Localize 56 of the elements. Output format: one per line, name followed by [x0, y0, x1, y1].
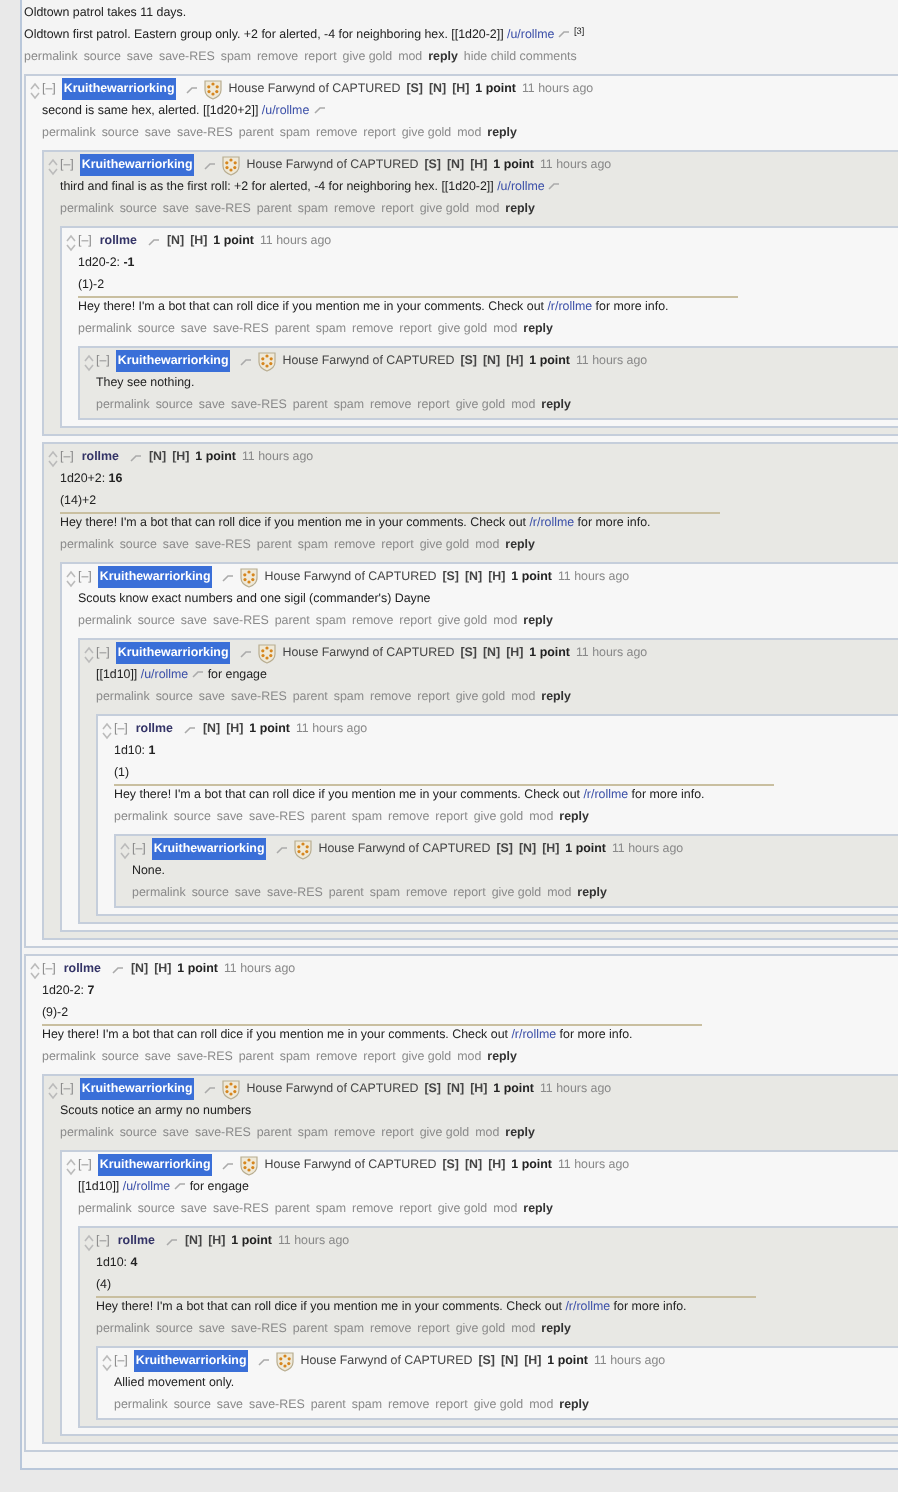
shield-icon — [204, 79, 223, 99]
upvote-icon[interactable] — [47, 450, 57, 458]
upvote-icon[interactable] — [119, 842, 129, 850]
tag-icon[interactable] — [192, 670, 205, 679]
downvote-icon[interactable] — [101, 1364, 111, 1372]
shield-icon — [294, 839, 313, 859]
tag-icon[interactable] — [222, 1161, 235, 1169]
downvote-icon[interactable] — [29, 92, 39, 100]
tag-icon[interactable] — [258, 1357, 271, 1365]
shield-icon — [240, 567, 259, 587]
shield-icon — [222, 1079, 241, 1099]
tag-icon[interactable] — [313, 106, 326, 115]
upvote-icon[interactable] — [47, 1082, 57, 1090]
upvote-icon[interactable] — [65, 570, 75, 578]
downvote-icon[interactable] — [47, 168, 57, 176]
tag-icon[interactable] — [184, 725, 197, 733]
tag-icon[interactable] — [130, 453, 143, 461]
tag-icon[interactable] — [186, 85, 199, 93]
downvote-icon[interactable] — [65, 580, 75, 588]
shield-icon — [258, 643, 277, 663]
upvote-icon[interactable] — [29, 962, 39, 970]
tag-icon[interactable] — [276, 845, 289, 853]
upvote-icon[interactable] — [83, 1234, 93, 1242]
tag-icon[interactable] — [558, 30, 571, 39]
tag-icon[interactable] — [548, 182, 561, 191]
tag-icon[interactable] — [148, 237, 161, 245]
upvote-icon[interactable] — [83, 354, 93, 362]
tag-icon[interactable] — [166, 1237, 179, 1245]
upvote-icon[interactable] — [101, 722, 111, 730]
downvote-icon[interactable] — [101, 732, 111, 740]
downvote-icon[interactable] — [47, 1092, 57, 1100]
downvote-icon[interactable] — [65, 244, 75, 252]
upvote-icon[interactable] — [101, 1354, 111, 1362]
upvote-icon[interactable] — [47, 158, 57, 166]
tag-icon[interactable] — [240, 357, 253, 365]
downvote-icon[interactable] — [29, 972, 39, 980]
shield-icon — [240, 1155, 259, 1175]
upvote-icon[interactable] — [65, 1158, 75, 1166]
downvote-icon[interactable] — [83, 656, 93, 664]
upvote-icon[interactable] — [29, 82, 39, 90]
downvote-icon[interactable] — [83, 364, 93, 372]
tag-icon[interactable] — [112, 965, 125, 973]
upvote-icon[interactable] — [83, 646, 93, 654]
downvote-icon[interactable] — [83, 1244, 93, 1252]
shield-icon — [276, 1351, 295, 1371]
downvote-icon[interactable] — [65, 1168, 75, 1176]
tag-icon[interactable] — [204, 1085, 217, 1093]
tag-icon[interactable] — [204, 161, 217, 169]
tag-icon[interactable] — [174, 1182, 187, 1191]
shield-icon — [258, 351, 277, 371]
tag-icon[interactable] — [222, 573, 235, 581]
upvote-icon[interactable] — [65, 234, 75, 242]
shield-icon — [222, 155, 241, 175]
tag-icon[interactable] — [240, 649, 253, 657]
downvote-icon[interactable] — [47, 460, 57, 468]
downvote-icon[interactable] — [119, 852, 129, 860]
